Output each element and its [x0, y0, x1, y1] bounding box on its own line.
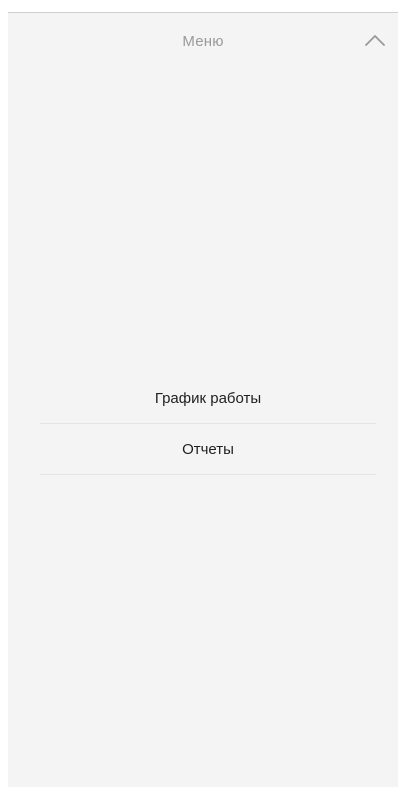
- menu-screen: Меню График работы Отчеты: [8, 12, 398, 787]
- menu-item-label: Отчеты: [182, 440, 234, 458]
- menu-item-schedule[interactable]: График работы: [40, 373, 376, 424]
- menu-item-reports[interactable]: Отчеты: [40, 424, 376, 475]
- page-title: Меню: [182, 33, 224, 50]
- collapse-menu-button[interactable]: [360, 25, 390, 55]
- menu-item-label: График работы: [154, 389, 262, 407]
- menu-list: График работы Отчеты: [40, 373, 376, 475]
- chevron-up-icon: [365, 35, 385, 46]
- menu-header: Меню: [8, 13, 398, 69]
